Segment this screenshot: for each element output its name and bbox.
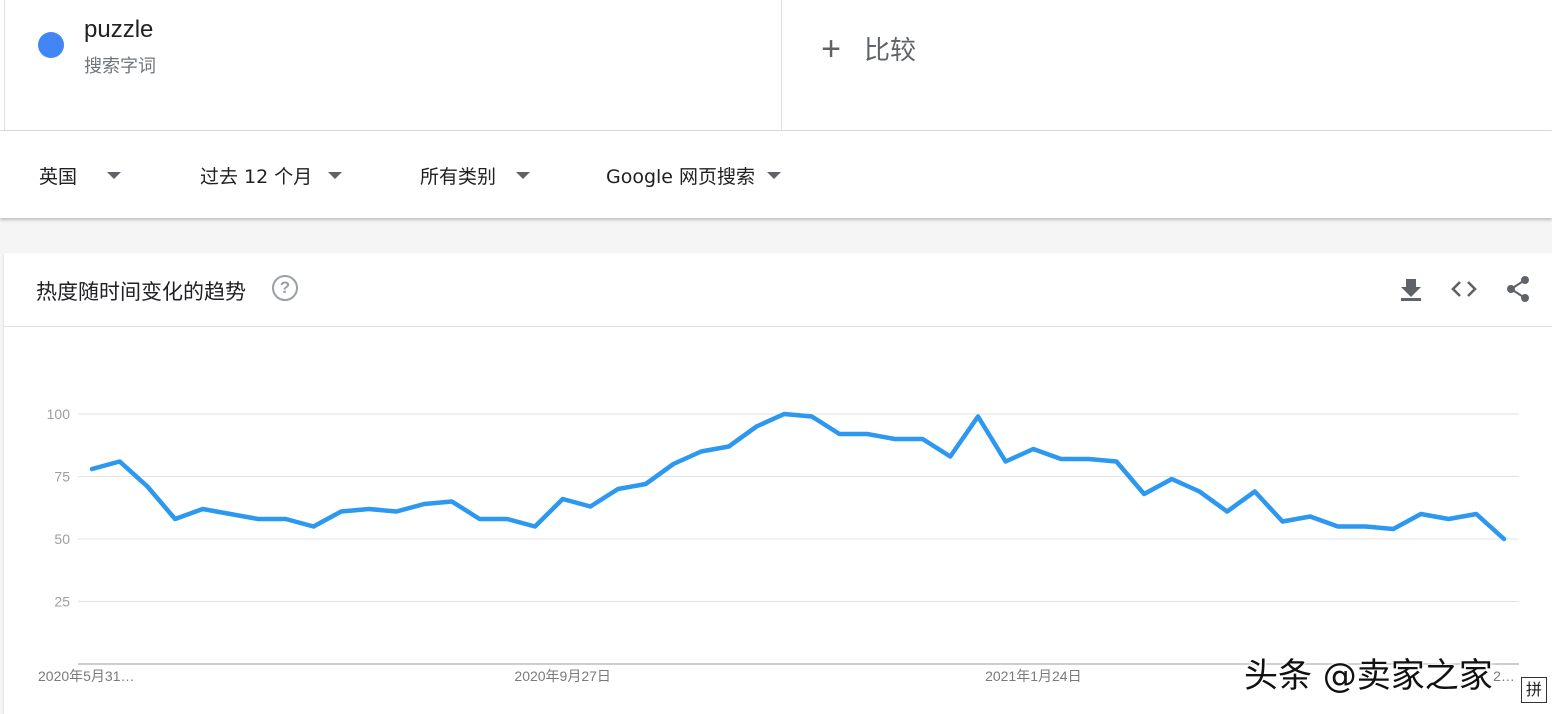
category-filter-label: 所有类别 [420,166,497,188]
filter-bar: 英国 过去 12 个月 所有类别 Google 网页搜索 [0,131,1552,218]
interest-over-time-card: 热度随时间变化的趋势 ? [4,253,1552,714]
card-title: 热度随时间变化的趋势 [36,280,246,304]
category-filter[interactable]: 所有类别 [420,162,531,189]
term-color-dot [38,32,64,58]
embed-code-icon[interactable] [1450,275,1478,303]
region-filter-label: 英国 [39,166,78,188]
search-term-bar: puzzle 搜索字词 + 比较 [0,0,1552,131]
time-range-filter-label: 过去 12 个月 [200,166,313,188]
search-type-filter-label: Google 网页搜索 [606,166,756,188]
help-icon[interactable]: ? [272,275,298,301]
term-type-label: 搜索字词 [84,56,156,77]
compare-label: 比较 [864,36,917,66]
download-icon[interactable] [1397,275,1425,303]
share-icon[interactable] [1504,275,1532,303]
plus-icon: + [821,29,841,68]
card-header: 热度随时间变化的趋势 ? [4,253,1552,327]
search-term-card[interactable]: puzzle 搜索字词 [4,0,782,131]
search-type-filter[interactable]: Google 网页搜索 [606,162,782,189]
chevron-down-icon [328,172,343,179]
chevron-down-icon [107,172,122,179]
chevron-down-icon [516,172,531,179]
trends-page: puzzle 搜索字词 + 比较 英国 过去 12 个月 所有类别 Google… [0,0,1552,714]
compare-button[interactable]: + 比较 [818,30,916,67]
term-name[interactable]: puzzle [84,16,153,44]
watermark: 头条 @卖家之家 [1244,656,1493,696]
ime-badge: 拼 [1521,677,1547,703]
region-filter[interactable]: 英国 [39,162,122,189]
time-range-filter[interactable]: 过去 12 个月 [200,162,343,189]
chevron-down-icon [767,172,782,179]
